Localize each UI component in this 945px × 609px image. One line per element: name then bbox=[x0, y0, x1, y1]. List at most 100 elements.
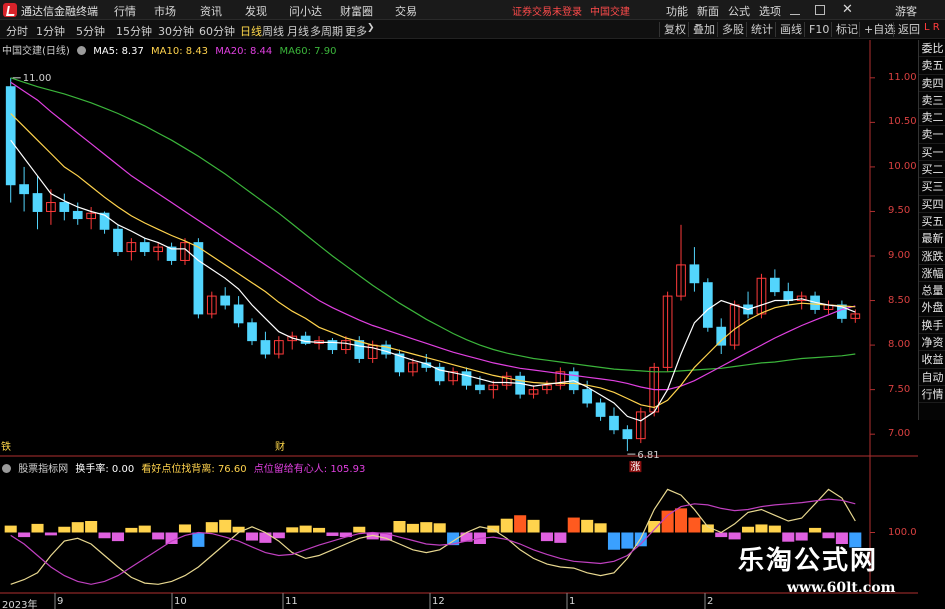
price-tick-label: 11.00 bbox=[888, 71, 917, 83]
side-panel-item[interactable]: 买五 bbox=[919, 213, 945, 231]
side-panel-item[interactable]: 委比 bbox=[919, 40, 945, 58]
side-panel-item[interactable]: 行情 bbox=[919, 386, 945, 404]
indicator-bar bbox=[259, 532, 272, 543]
indicator-bar bbox=[567, 517, 580, 533]
indicator-bar bbox=[299, 525, 312, 533]
side-panel-item[interactable]: 卖五 bbox=[919, 57, 945, 75]
side-panel-item[interactable]: 收益 bbox=[919, 351, 945, 369]
indicator-bar bbox=[353, 526, 366, 533]
indicator-bar bbox=[272, 532, 285, 539]
candle-body bbox=[260, 340, 271, 355]
indicator-bar bbox=[165, 532, 178, 544]
indicator-bar bbox=[594, 523, 607, 533]
indicator-bar bbox=[500, 518, 513, 533]
indicator-bar bbox=[18, 532, 31, 538]
price-tick-label: 7.50 bbox=[888, 383, 911, 395]
side-panel-item[interactable]: 涨跌 bbox=[919, 248, 945, 265]
side-panel-item[interactable]: 涨幅 bbox=[919, 265, 945, 283]
indicator-bar bbox=[420, 522, 433, 533]
watermark-title: 乐淘公式网 bbox=[738, 546, 879, 576]
date-tick-label: 10 bbox=[174, 596, 187, 607]
candle-body bbox=[72, 210, 83, 220]
indicator-bar bbox=[607, 532, 621, 550]
side-panel-item[interactable]: 卖四 bbox=[919, 75, 945, 92]
indicator-bar bbox=[621, 532, 634, 549]
high-label: 11.00 bbox=[23, 73, 52, 84]
side-panel-item[interactable]: 总量 bbox=[919, 282, 945, 300]
indicator-bar bbox=[406, 523, 419, 533]
candle-body bbox=[247, 322, 257, 342]
indicator-bar bbox=[648, 521, 661, 533]
indicator-bar bbox=[152, 532, 165, 540]
side-panel-item[interactable]: 买一 bbox=[919, 144, 945, 162]
indicator-bar bbox=[809, 527, 822, 533]
indicator-bar bbox=[98, 532, 111, 539]
indicator-bar bbox=[822, 532, 835, 539]
candle-body bbox=[113, 228, 123, 253]
side-panel-item[interactable]: 卖三 bbox=[919, 92, 945, 110]
candle-body bbox=[233, 304, 244, 324]
date-tick-label: 11 bbox=[285, 596, 298, 607]
side-panel-item[interactable]: 买二 bbox=[919, 161, 945, 179]
side-panel-item[interactable]: 买三 bbox=[919, 178, 945, 196]
side-panel-item[interactable]: 自动 bbox=[919, 369, 945, 386]
indicator-bar bbox=[661, 510, 674, 533]
indicator-bar bbox=[514, 515, 527, 533]
candle-body bbox=[475, 384, 485, 391]
candle-body bbox=[19, 184, 29, 195]
indicator-bar bbox=[125, 527, 138, 533]
indicator-bar bbox=[245, 532, 259, 541]
candle-body bbox=[59, 202, 70, 212]
date-tick-label: 2 bbox=[707, 596, 714, 607]
price-tick-label: 10.00 bbox=[888, 160, 917, 172]
candle-body bbox=[595, 402, 606, 417]
price-tick-label: 7.00 bbox=[888, 428, 911, 440]
candle-body bbox=[622, 429, 633, 440]
indicator-bar bbox=[219, 519, 232, 533]
side-panel-item[interactable]: 换手 bbox=[919, 317, 945, 335]
indicator-bar bbox=[768, 525, 781, 533]
indicator-bar bbox=[232, 526, 245, 533]
date-tick-label: 2023年 bbox=[2, 600, 38, 609]
side-panel-item[interactable]: 卖二 bbox=[919, 109, 945, 127]
quote-side-panel: 委比 卖五 卖四 卖三 卖二 卖一 买一 买二 买三 买四 买五 最新 涨跌 涨幅 总量 外盘 换手 净资 收益 自动… bbox=[918, 40, 945, 420]
indicator-bar bbox=[688, 517, 701, 533]
candle-body bbox=[702, 282, 713, 328]
indicator-bar bbox=[44, 532, 57, 536]
indicator-bar bbox=[71, 522, 84, 533]
ma20-line bbox=[10, 81, 856, 391]
kline-chart[interactable]: 11.00 6.81涨 铁 财 bbox=[0, 0, 945, 609]
candle-body bbox=[515, 375, 525, 395]
indicator-bar bbox=[715, 532, 728, 538]
indicator-bar bbox=[111, 532, 124, 542]
indicator-bar bbox=[85, 521, 98, 533]
indicator-line-purple bbox=[10, 498, 856, 585]
watermark: 乐淘公式网 www.60lt.com bbox=[735, 540, 940, 604]
indicator-bar bbox=[540, 532, 553, 542]
indicator-bar bbox=[755, 524, 768, 533]
candle-body bbox=[139, 242, 150, 253]
price-tick-label: 8.00 bbox=[888, 339, 911, 351]
indicator-bar bbox=[178, 524, 192, 533]
indicator-bar bbox=[433, 523, 446, 533]
indicator-bar bbox=[728, 532, 741, 540]
event-marker-b: 财 bbox=[275, 440, 285, 453]
date-tick-label: 1 bbox=[569, 596, 576, 607]
candle-body bbox=[32, 193, 43, 212]
side-panel-item[interactable]: 净资 bbox=[919, 334, 945, 352]
indicator-bar bbox=[58, 526, 71, 533]
price-tick-label: 9.00 bbox=[888, 250, 911, 261]
side-panel-item[interactable]: 最新 bbox=[919, 230, 945, 248]
indicator-bar bbox=[674, 508, 688, 533]
indicator-bar bbox=[554, 532, 567, 543]
indicator-bar bbox=[138, 525, 151, 533]
side-panel-item[interactable]: 买四 bbox=[919, 196, 945, 213]
indicator-bar bbox=[31, 523, 44, 533]
date-tick-label: 12 bbox=[432, 596, 445, 607]
candle-body bbox=[770, 277, 780, 293]
candle-body bbox=[716, 326, 727, 346]
side-panel-item[interactable]: 卖一 bbox=[919, 126, 945, 144]
side-panel-item[interactable]: 外盘 bbox=[919, 299, 945, 317]
indicator-bar bbox=[205, 522, 218, 533]
watermark-url: www.60lt.com bbox=[787, 580, 896, 596]
